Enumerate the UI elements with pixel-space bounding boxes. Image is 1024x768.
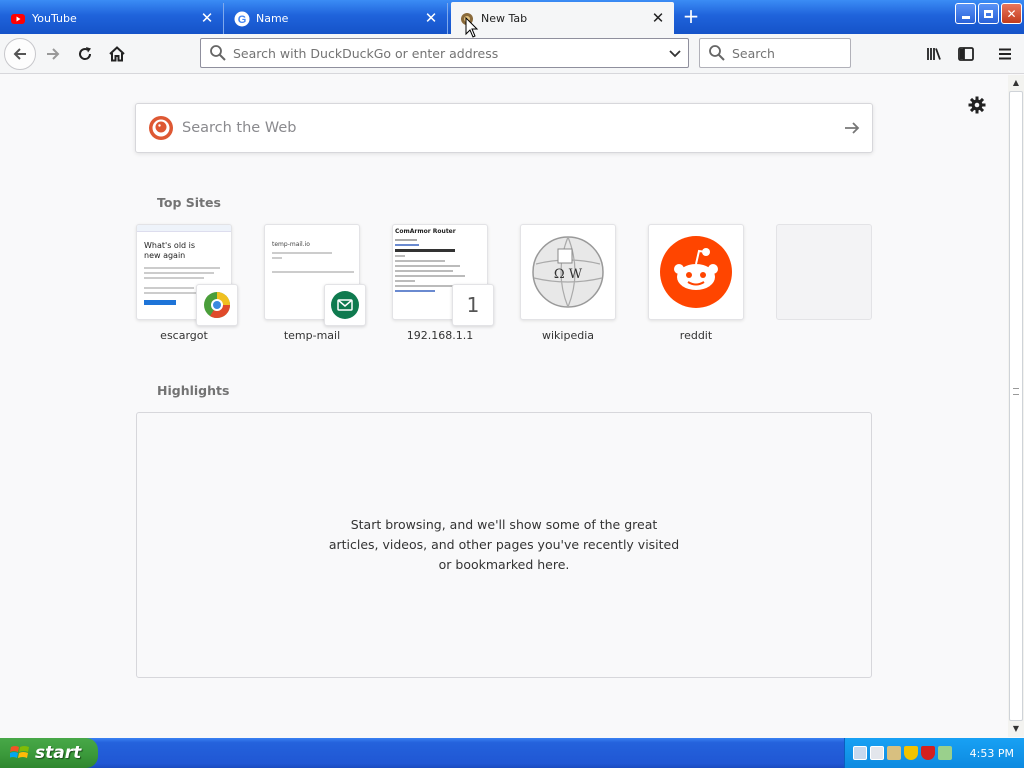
tab-strip: YouTube ✕ G Name ✕ New Tab ✕ + ✕ [0,0,1024,34]
duckduckgo-icon [149,116,173,140]
search-go-arrow-icon[interactable] [832,119,872,137]
site-label: wikipedia [541,329,594,342]
site-label: temp-mail [283,329,341,342]
gear-icon [968,96,986,114]
top-site-router[interactable]: ComArmor Router 1 192.168.1.1 [392,224,494,342]
windows-logo-icon [10,746,29,758]
sidebar-button[interactable] [950,38,982,70]
security-shield-icon[interactable] [904,746,918,760]
close-icon: ✕ [1006,6,1017,21]
back-button[interactable] [4,38,36,70]
navigation-toolbar [0,34,1024,74]
search-icon [210,45,226,61]
empty-site-placeholder [776,224,872,320]
escargot-icon [204,292,231,319]
clock[interactable]: 4:53 PM [970,747,1014,760]
forward-arrow-icon [47,48,60,60]
wikipedia-globe-letters: Ω W [554,267,583,282]
site-badge: 1 [452,284,494,326]
system-tray: 4:53 PM [844,738,1024,768]
tab-name[interactable]: G Name ✕ [226,3,448,34]
site-thumbnail: Ω W [520,224,616,320]
settings-button[interactable] [966,94,988,116]
thumbnail-title: temp-mail.io [272,241,310,248]
close-window-button[interactable]: ✕ [1001,3,1022,24]
wikipedia-globe-icon: Ω W [532,236,604,308]
vertical-scrollbar[interactable]: ▲ ▼ [1008,75,1024,737]
start-button[interactable]: start [0,738,98,768]
address-bar[interactable] [200,38,689,68]
site-badge [196,284,238,326]
search-icon [709,45,725,61]
windows-taskbar: start 4:53 PM [0,738,1024,768]
top-sites-heading: Top Sites [157,195,221,210]
dropdown-chevron-icon[interactable] [662,46,688,60]
forward-button[interactable] [37,38,69,70]
site-badge [324,284,366,326]
sidebar-icon [958,47,974,61]
search-input[interactable] [732,45,888,61]
highlights-empty-state: Start browsing, and we'll show some of t… [136,412,872,678]
network-icon[interactable] [853,746,867,760]
volume-icon[interactable] [938,746,952,760]
tab-label: Name [256,12,289,25]
network-alert-icon[interactable] [870,746,884,760]
antivirus-shield-icon[interactable] [921,746,935,760]
site-label: 192.168.1.1 [406,329,474,342]
restore-icon [984,9,993,18]
thumbnail-title: What's old is new again [144,241,196,260]
restore-button[interactable] [978,3,999,24]
highlights-heading: Highlights [157,383,230,398]
library-button[interactable] [918,38,950,70]
close-tab-icon[interactable]: ✕ [423,11,439,27]
tab-label: New Tab [481,11,528,25]
tab-label: YouTube [32,12,77,25]
google-icon: G [234,11,250,26]
scroll-thumb[interactable] [1009,91,1023,721]
mail-icon [331,291,359,319]
url-input[interactable] [233,45,662,61]
new-tab-page: Top Sites What's old is new again escarg… [0,75,1008,737]
top-site-reddit[interactable]: reddit [648,224,744,342]
tab-youtube[interactable]: YouTube ✕ [2,3,224,34]
reload-button[interactable] [69,38,101,70]
web-search-input[interactable] [182,120,832,136]
scroll-down-arrow-icon[interactable]: ▼ [1009,721,1023,736]
start-label: start [35,743,82,763]
top-site-escargot[interactable]: What's old is new again escargot [136,224,238,342]
library-icon [927,48,941,60]
minimize-icon [961,16,970,19]
site-label: reddit [679,329,713,342]
site-label: escargot [160,329,208,342]
close-tab-icon[interactable]: ✕ [650,10,666,26]
back-arrow-icon [13,48,26,60]
top-site-temp-mail[interactable]: temp-mail.io temp-mail [264,224,366,342]
scroll-up-arrow-icon[interactable]: ▲ [1009,75,1023,90]
tray-app-icon[interactable] [887,746,901,760]
new-tab-button[interactable]: + [680,6,702,28]
menu-button[interactable] [989,38,1021,70]
thumbnail-title: ComArmor Router [395,228,456,235]
minimize-button[interactable] [955,3,976,24]
reddit-icon [660,236,732,308]
highlights-message: Start browsing, and we'll show some of t… [328,517,680,572]
mouse-cursor-icon [465,17,479,38]
youtube-icon [11,13,25,24]
svg-text:G: G [238,14,247,26]
close-tab-icon[interactable]: ✕ [199,11,215,27]
site-thumbnail [648,224,744,320]
tab-new-tab[interactable]: New Tab ✕ [451,2,674,34]
home-icon [109,46,125,62]
reload-icon [79,47,92,60]
top-site-wikipedia[interactable]: Ω W wikipedia [520,224,616,342]
hamburger-menu-icon [999,48,1011,60]
home-button[interactable] [101,38,133,70]
top-site-empty-slot [776,224,872,320]
web-search-box[interactable] [135,103,873,153]
site-badge-number: 1 [466,293,480,317]
search-bar[interactable] [699,38,888,68]
